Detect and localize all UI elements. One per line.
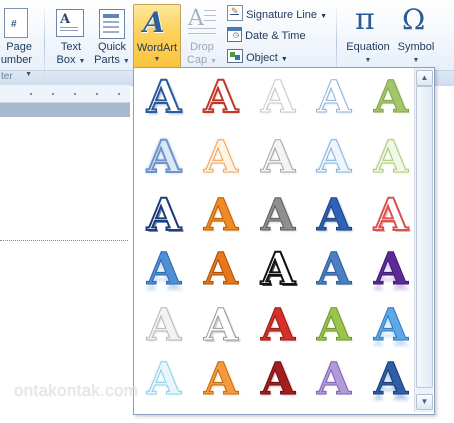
text-box-label-1: Text bbox=[60, 41, 82, 53]
dropdown-arrow-icon: ▼ bbox=[153, 56, 161, 63]
wordart-style-2[interactable]: A bbox=[198, 72, 244, 124]
wordart-style-7[interactable]: A bbox=[198, 132, 244, 183]
wordart-style-11[interactable]: A bbox=[141, 190, 187, 242]
dropdown-arrow-icon: ▼ bbox=[122, 58, 130, 65]
wordart-style-10[interactable]: A bbox=[368, 132, 414, 183]
dropdown-arrow-icon: ▼ bbox=[280, 56, 288, 63]
object-button[interactable]: Object ▼ bbox=[227, 49, 288, 67]
wordart-style-30[interactable]: A bbox=[368, 354, 414, 405]
dropdown-arrow-icon: ▼ bbox=[364, 57, 372, 64]
date-time-label: Date & Time bbox=[245, 30, 306, 42]
quick-parts-button[interactable]: Quick Parts ▼ bbox=[92, 41, 132, 68]
object-label: Object bbox=[246, 52, 278, 64]
text-box-button[interactable]: Text Box ▼ bbox=[52, 41, 90, 68]
symbol-label: Symbol bbox=[397, 41, 435, 53]
object-icon bbox=[227, 49, 243, 63]
document-page[interactable] bbox=[0, 117, 130, 423]
date-time-button[interactable]: ◷ Date & Time bbox=[227, 27, 306, 45]
page-number-label-1: Page bbox=[6, 41, 32, 53]
wordart-style-9[interactable]: A bbox=[311, 132, 357, 183]
dropdown-arrow-icon: ▼ bbox=[25, 71, 32, 78]
wordart-style-22[interactable]: A bbox=[198, 300, 244, 351]
watermark-text: ontakontak.com bbox=[14, 381, 139, 400]
dropdown-arrow-icon: ▼ bbox=[210, 58, 218, 65]
page-number-icon: # bbox=[4, 8, 28, 38]
dropdown-arrow-icon: ▼ bbox=[78, 58, 86, 65]
gallery-scrollbar[interactable]: ▲ ▼ bbox=[414, 68, 433, 412]
dropdown-arrow-icon: ▼ bbox=[412, 57, 420, 64]
wordart-style-18[interactable]: A bbox=[255, 244, 301, 296]
wordart-style-20[interactable]: A bbox=[368, 244, 414, 295]
wordart-style-14[interactable]: A bbox=[311, 190, 357, 241]
drop-cap-label-2: Cap bbox=[186, 54, 208, 66]
drop-cap-icon: A bbox=[188, 6, 216, 36]
wordart-style-13[interactable]: A bbox=[255, 190, 301, 241]
wordart-style-1[interactable]: A bbox=[141, 72, 187, 124]
dropdown-arrow-icon: ▼ bbox=[320, 13, 328, 20]
wordart-style-6[interactable]: A bbox=[141, 132, 187, 184]
signature-line-label: Signature Line bbox=[246, 9, 318, 21]
quick-parts-icon bbox=[99, 9, 125, 39]
wordart-style-16[interactable]: A bbox=[141, 244, 187, 295]
calendar-icon: ◷ bbox=[227, 27, 242, 42]
header-boundary-line bbox=[0, 240, 128, 241]
signature-line-button[interactable]: ✎ Signature Line ▼ bbox=[227, 5, 327, 23]
symbol-button[interactable]: Symbol ▼ bbox=[395, 41, 437, 67]
wordart-style-12[interactable]: A bbox=[198, 190, 244, 241]
wordart-style-29[interactable]: A bbox=[311, 354, 357, 405]
wordart-style-19[interactable]: A bbox=[311, 244, 357, 295]
equation-button[interactable]: Equation ▼ bbox=[341, 41, 395, 67]
scroll-thumb[interactable] bbox=[416, 86, 433, 388]
wordart-style-5[interactable]: A bbox=[368, 72, 414, 123]
quick-parts-label-2: Parts bbox=[94, 54, 120, 66]
signature-line-icon: ✎ bbox=[227, 5, 243, 21]
wordart-label: WordArt bbox=[136, 42, 178, 54]
scroll-up-button[interactable]: ▲ bbox=[416, 70, 433, 86]
horizontal-ruler bbox=[0, 85, 130, 103]
wordart-style-23[interactable]: A bbox=[255, 300, 301, 351]
page-number-label-2: umber bbox=[0, 54, 32, 66]
wordart-style-27[interactable]: A bbox=[198, 354, 244, 405]
wordart-button[interactable]: A WordArt ▼ bbox=[133, 4, 181, 70]
wordart-icon: A bbox=[143, 6, 165, 39]
symbol-icon: Ω bbox=[402, 3, 426, 36]
wordart-style-8[interactable]: A bbox=[255, 132, 301, 183]
wordart-style-4[interactable]: A bbox=[311, 72, 357, 123]
quick-parts-label-1: Quick bbox=[97, 41, 127, 53]
drop-cap-button[interactable]: Drop Cap ▼ bbox=[183, 41, 221, 68]
text-box-label-2: Box bbox=[56, 54, 76, 66]
wordart-style-3[interactable]: A bbox=[255, 72, 301, 123]
wordart-style-24[interactable]: A bbox=[311, 300, 357, 351]
equation-label: Equation bbox=[346, 41, 390, 53]
wordart-style-26[interactable]: A bbox=[141, 354, 187, 405]
drop-cap-label-1: Drop bbox=[190, 41, 214, 53]
wordart-style-28[interactable]: A bbox=[255, 354, 301, 405]
wordart-style-15[interactable]: A bbox=[368, 190, 414, 242]
wordart-style-25[interactable]: A bbox=[368, 300, 414, 351]
text-box-icon: A bbox=[56, 9, 84, 37]
page-number-button[interactable]: Page umber ▼ bbox=[0, 41, 32, 81]
document-frame bbox=[0, 103, 130, 117]
wordart-style-17[interactable]: A bbox=[198, 244, 244, 295]
equation-icon: π bbox=[355, 2, 375, 37]
scroll-down-button[interactable]: ▼ bbox=[416, 394, 433, 410]
separator bbox=[44, 4, 45, 84]
wordart-style-21[interactable]: A bbox=[141, 300, 187, 351]
